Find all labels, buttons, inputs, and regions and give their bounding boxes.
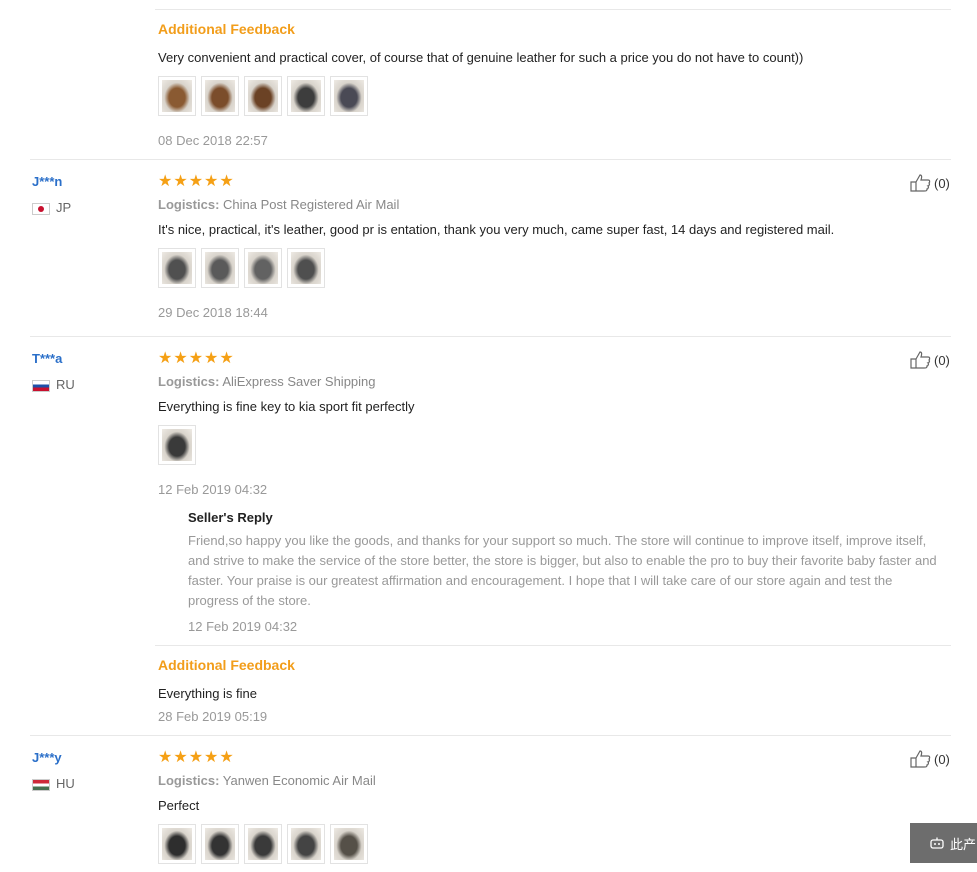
thumbs-up-icon	[910, 750, 931, 768]
star-rating: ★★★★★	[158, 350, 235, 367]
review-photos	[158, 248, 325, 288]
review-photo-thumbnail[interactable]	[330, 824, 368, 864]
review-photo-thumbnail[interactable]	[158, 425, 196, 465]
review-text: Very convenient and practical cover, of …	[158, 50, 804, 65]
leather-key-case-photo	[248, 828, 278, 860]
thumbs-up-icon	[910, 174, 931, 192]
review-text: Everything is fine key to kia sport fit …	[158, 399, 415, 414]
logistics-info: Logistics: Yanwen Economic Air Mail	[158, 773, 376, 788]
reviewer-name[interactable]: J***n	[32, 174, 62, 189]
review-photo-thumbnail[interactable]	[201, 76, 239, 116]
leather-key-case-photo	[162, 80, 192, 112]
leather-key-case-photo	[205, 80, 235, 112]
review-photo-thumbnail[interactable]	[244, 824, 282, 864]
leather-key-case-photo	[205, 828, 235, 860]
logistics-info: Logistics: AliExpress Saver Shipping	[158, 374, 376, 389]
review-photo-thumbnail[interactable]	[287, 76, 325, 116]
review-photos	[158, 425, 196, 465]
reviewer-country: HU	[32, 776, 75, 791]
review-photo-thumbnail[interactable]	[158, 76, 196, 116]
star-rating: ★★★★★	[158, 749, 235, 766]
helpful-button[interactable]: (0)	[910, 174, 950, 192]
robot-chat-icon	[930, 837, 944, 849]
review-photo-thumbnail[interactable]	[158, 248, 196, 288]
review-date: 29 Dec 2018 18:44	[158, 305, 268, 320]
leather-key-case-photo	[291, 828, 321, 860]
star-rating: ★★★★★	[158, 173, 235, 190]
review-photo-thumbnail[interactable]	[287, 824, 325, 864]
leather-key-case-photo	[162, 252, 192, 284]
additional-feedback-date: 28 Feb 2019 05:19	[158, 709, 268, 724]
leather-key-case-photo	[248, 80, 278, 112]
review-text: Perfect	[158, 798, 200, 813]
flag-ru-icon	[32, 379, 50, 392]
helpful-button[interactable]: (0)	[910, 351, 950, 369]
review-photos	[158, 76, 368, 116]
logistics-info: Logistics: China Post Registered Air Mai…	[158, 197, 400, 212]
additional-feedback-label: Additional Feedback	[158, 657, 295, 673]
additional-feedback-text: Everything is fine	[158, 686, 257, 701]
leather-key-case-photo	[162, 429, 192, 461]
leather-key-case-photo	[334, 80, 364, 112]
review-date: 12 Feb 2019 04:32	[158, 482, 268, 497]
review-text: It's nice, practical, it's leather, good…	[158, 222, 835, 237]
flag-hu-icon	[32, 778, 50, 791]
review-photo-thumbnail[interactable]	[330, 76, 368, 116]
review-date: 08 Dec 2018 22:57	[158, 133, 268, 148]
additional-feedback-label: Additional Feedback	[158, 21, 295, 37]
reviewer-country: JP	[32, 200, 71, 215]
floating-chat-button[interactable]: 此产	[910, 823, 977, 863]
leather-key-case-photo	[162, 828, 192, 860]
reviewer-name[interactable]: J***y	[32, 750, 62, 765]
leather-key-case-photo	[248, 252, 278, 284]
thumbs-up-icon	[910, 351, 931, 369]
review-photos	[158, 824, 368, 864]
review-photo-thumbnail[interactable]	[244, 76, 282, 116]
helpful-button[interactable]: (0)	[910, 750, 950, 768]
seller-reply-date: 12 Feb 2019 04:32	[188, 619, 298, 634]
review-photo-thumbnail[interactable]	[287, 248, 325, 288]
review-photo-thumbnail[interactable]	[201, 248, 239, 288]
review-photo-thumbnail[interactable]	[201, 824, 239, 864]
reviewer-country: RU	[32, 377, 75, 392]
review-photo-thumbnail[interactable]	[244, 248, 282, 288]
leather-key-case-photo	[291, 80, 321, 112]
seller-reply-title: Seller's Reply	[188, 510, 273, 525]
flag-jp-icon	[32, 202, 50, 215]
seller-reply-text: Friend,so happy you like the goods, and …	[188, 533, 937, 608]
leather-key-case-photo	[291, 252, 321, 284]
leather-key-case-photo	[334, 828, 364, 860]
leather-key-case-photo	[205, 252, 235, 284]
review-photo-thumbnail[interactable]	[158, 824, 196, 864]
reviewer-name[interactable]: T***a	[32, 351, 62, 366]
